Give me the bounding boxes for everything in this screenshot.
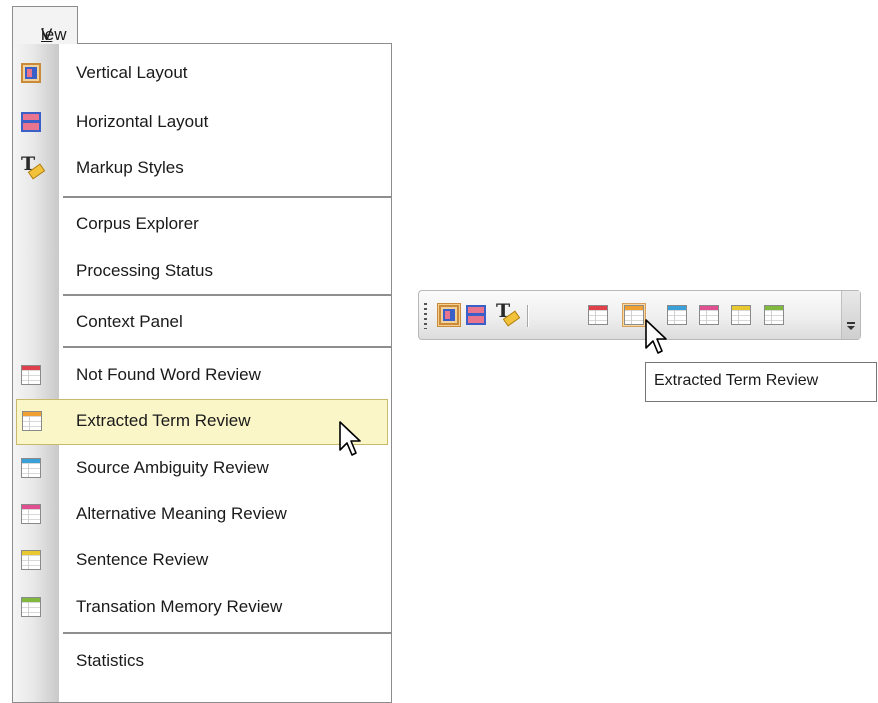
menu-item-markup-styles[interactable]: T Markup Styles (13, 146, 391, 190)
menu-item-not-found-word-review[interactable]: Not Found Word Review (13, 353, 391, 397)
table-red-icon (588, 305, 608, 325)
toolbar-horizontal-layout-button[interactable] (464, 303, 488, 327)
menu-item-extracted-term-review[interactable]: Extracted Term Review (16, 399, 388, 445)
tooltip-text: Extracted Term Review (654, 372, 819, 389)
view-menu-dropdown: Vertical Layout Horizontal Layout T Mark… (12, 43, 392, 703)
overflow-bar-icon (847, 322, 855, 324)
chevron-down-icon (847, 326, 855, 330)
menu-separator (63, 346, 391, 348)
vertical-layout-icon (439, 305, 459, 325)
table-blue-icon (21, 458, 41, 478)
table-green-icon (21, 597, 41, 617)
toolbar-source-ambiguity-review-button[interactable] (665, 303, 689, 327)
view-menu-label: iew (41, 25, 67, 44)
table-yellow-icon (731, 305, 751, 325)
horizontal-layout-icon (21, 112, 41, 132)
markup-styles-icon: T (21, 153, 46, 180)
markup-styles-icon: T (496, 300, 521, 327)
menu-separator (63, 196, 391, 198)
toolbar-grip-handle[interactable] (424, 303, 427, 329)
mouse-pointer-icon (645, 319, 667, 354)
toolbar-vertical-layout-button[interactable] (437, 303, 461, 327)
table-pink-icon (21, 504, 41, 524)
menu-item-horizontal-layout[interactable]: Horizontal Layout (13, 100, 391, 144)
menu-separator (63, 294, 391, 296)
mouse-pointer-icon (339, 421, 361, 456)
menu-item-context-panel[interactable]: Context Panel (13, 300, 391, 344)
toolbar-tooltip: Extracted Term Review (645, 362, 877, 402)
view-menu-title[interactable]: View (12, 6, 78, 44)
menu-item-alternative-meaning-review[interactable]: Alternative Meaning Review (13, 492, 391, 536)
view-toolbar: T (418, 290, 861, 340)
toolbar-not-found-word-review-button[interactable] (586, 303, 610, 327)
table-pink-icon (699, 305, 719, 325)
menu-item-processing-status[interactable]: Processing Status (13, 249, 391, 293)
table-blue-icon (667, 305, 687, 325)
horizontal-layout-icon (466, 305, 486, 325)
menu-item-translation-memory-review[interactable]: Transation Memory Review (13, 585, 391, 629)
toolbar-separator (527, 305, 529, 327)
menu-item-vertical-layout[interactable]: Vertical Layout (13, 51, 391, 95)
menu-item-corpus-explorer[interactable]: Corpus Explorer (13, 202, 391, 246)
table-orange-icon (22, 411, 42, 431)
table-yellow-icon (21, 550, 41, 570)
vertical-layout-icon (21, 63, 41, 83)
table-green-icon (764, 305, 784, 325)
toolbar-translation-memory-review-button[interactable] (762, 303, 786, 327)
toolbar-alternative-meaning-review-button[interactable] (697, 303, 721, 327)
toolbar-overflow-button[interactable] (841, 291, 860, 339)
table-red-icon (21, 365, 41, 385)
toolbar-extracted-term-review-button[interactable] (622, 303, 646, 327)
toolbar-markup-styles-button[interactable]: T (494, 300, 521, 327)
toolbar-sentence-review-button[interactable] (729, 303, 753, 327)
menu-item-source-ambiguity-review[interactable]: Source Ambiguity Review (13, 446, 391, 490)
menu-separator (63, 632, 391, 634)
menu-item-statistics[interactable]: Statistics (13, 639, 391, 683)
menu-item-sentence-review[interactable]: Sentence Review (13, 538, 391, 582)
table-orange-icon (624, 305, 644, 325)
